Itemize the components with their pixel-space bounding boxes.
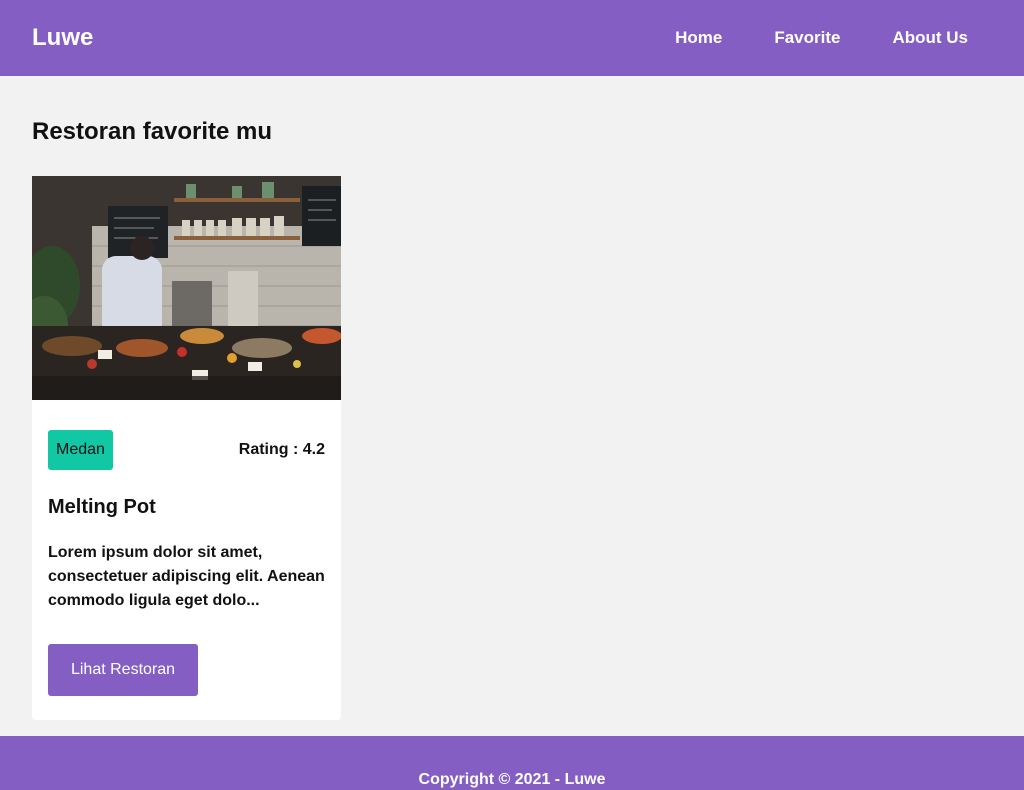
page-title: Restoran favorite mu bbox=[32, 118, 273, 145]
rating-label: Rating : 4.2 bbox=[238, 441, 325, 458]
nav-link-home[interactable]: Home bbox=[675, 28, 722, 48]
footer: Copyright © 2021 - Luwe bbox=[0, 736, 1024, 790]
restaurant-image bbox=[32, 176, 341, 400]
navbar: Luwe Home Favorite About Us bbox=[0, 0, 1024, 76]
nav-link-about-us[interactable]: About Us bbox=[892, 28, 968, 48]
copyright-text: Copyright © 2021 - Luwe bbox=[418, 771, 606, 788]
city-badge: Medan bbox=[48, 430, 113, 470]
restaurant-name: Melting Pot bbox=[48, 496, 156, 518]
restaurant-card: Medan Rating : 4.2 Melting Pot Lorem ips… bbox=[32, 176, 341, 720]
nav-links: Home Favorite About Us bbox=[623, 28, 968, 48]
view-restaurant-button[interactable]: Lihat Restoran bbox=[48, 644, 198, 696]
restaurant-description: Lorem ipsum dolor sit amet, consectetuer… bbox=[48, 544, 325, 609]
card-meta: Medan Rating : 4.2 bbox=[48, 430, 325, 470]
nav-link-favorite[interactable]: Favorite bbox=[774, 28, 840, 48]
brand-logo[interactable]: Luwe bbox=[32, 24, 93, 52]
